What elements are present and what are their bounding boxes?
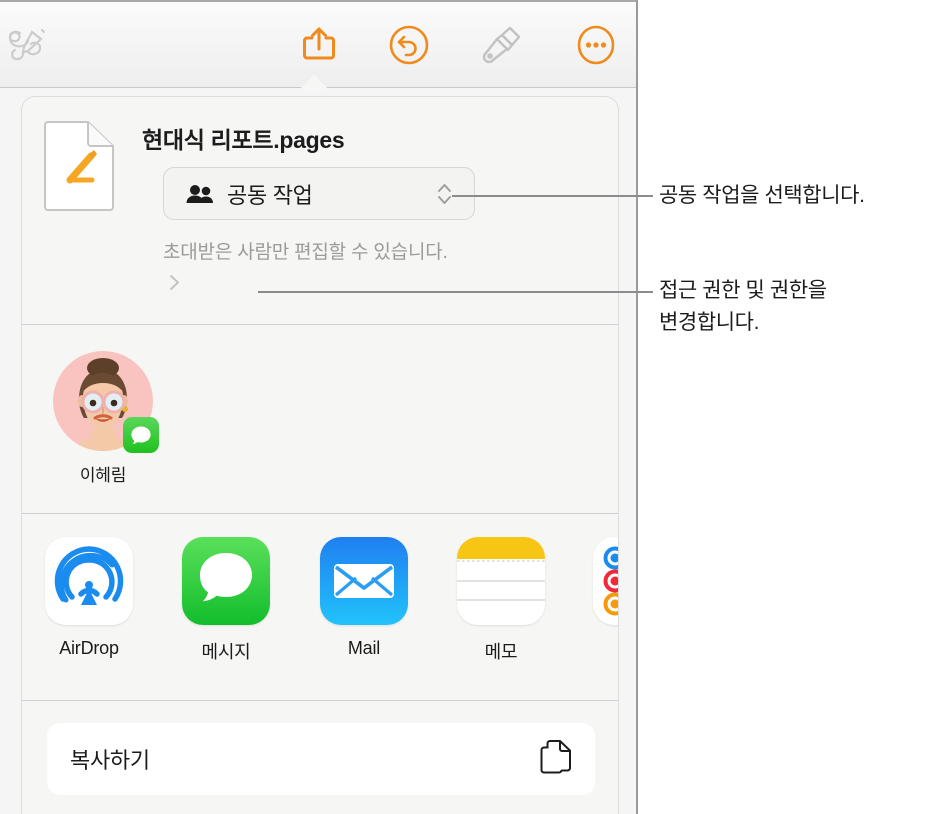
share-app-label: 메모 — [484, 642, 518, 662]
permission-description[interactable]: 초대받은 사람만 편집할 수 있습니다. — [163, 237, 463, 299]
share-sheet: 현대식 리포트.pages 공동 작업 초대받은 사람만 편집할 수 있습니다.… — [21, 96, 619, 814]
undo-icon — [388, 24, 430, 71]
more-options-icon — [575, 24, 617, 71]
copy-action-row[interactable]: 복사하기 — [47, 723, 595, 795]
screenshot-root: 현대식 리포트.pages 공동 작업 초대받은 사람만 편집할 수 있습니다.… — [0, 0, 935, 814]
person-name: 이헤림 — [79, 466, 127, 485]
leader-line-permissions — [258, 291, 653, 293]
share-app-mail[interactable]: Mail — [312, 537, 416, 659]
share-app-label: Mail — [347, 638, 381, 658]
mail-icon — [320, 537, 408, 625]
share-app-notes[interactable]: 메모 — [449, 537, 553, 664]
suggested-people-row: 이헤림 — [22, 325, 618, 514]
undo-button[interactable] — [383, 22, 435, 72]
format-brush-button[interactable] — [475, 22, 527, 72]
reminders-icon — [593, 537, 618, 625]
notes-icon — [457, 537, 545, 625]
leader-line-collaboration — [452, 195, 653, 197]
copy-documents-icon — [539, 738, 572, 780]
smart-annotation-icon — [6, 26, 50, 69]
share-button[interactable] — [293, 22, 345, 72]
callout-collaboration: 공동 작업을 선택합니다. — [659, 184, 865, 207]
callout-permissions: 접근 권한 및 권한을 변경합니다. — [659, 279, 827, 334]
smart-annotation-button[interactable] — [2, 22, 54, 72]
format-brush-icon — [480, 24, 522, 71]
share-apps-row: AirDrop 메시지 Mail 메모 — [22, 514, 618, 701]
permission-description-text: 초대받은 사람만 편집할 수 있습니다. — [163, 242, 448, 263]
person-item[interactable]: 이헤림 — [53, 351, 161, 486]
collaboration-select[interactable]: 공동 작업 — [163, 167, 475, 220]
share-app-messages[interactable]: 메시지 — [174, 537, 278, 664]
share-app-airdrop[interactable]: AirDrop — [37, 537, 141, 659]
sheet-pointer-arrow — [297, 74, 331, 92]
two-people-icon — [186, 184, 214, 204]
pages-app-window: 현대식 리포트.pages 공동 작업 초대받은 사람만 편집할 수 있습니다.… — [0, 0, 638, 814]
share-icon — [299, 24, 339, 71]
more-options-button[interactable] — [570, 22, 622, 72]
messages-badge-icon — [123, 417, 159, 453]
share-actions: 복사하기 — [22, 701, 618, 814]
pages-document-icon — [43, 120, 115, 212]
share-app-reminders[interactable]: 미 — [585, 537, 618, 664]
chevron-right-icon — [169, 270, 180, 290]
document-title: 현대식 리포트.pages — [142, 127, 345, 153]
avatar-wrapper — [53, 351, 159, 453]
share-app-label: 메시지 — [201, 642, 251, 662]
messages-icon — [182, 537, 270, 625]
collaboration-selected-value: 공동 작업 — [227, 182, 313, 208]
copy-action-label: 복사하기 — [70, 748, 150, 773]
chevron-up-down-icon — [437, 181, 452, 207]
share-app-label: AirDrop — [59, 638, 119, 658]
airdrop-icon — [45, 537, 133, 625]
